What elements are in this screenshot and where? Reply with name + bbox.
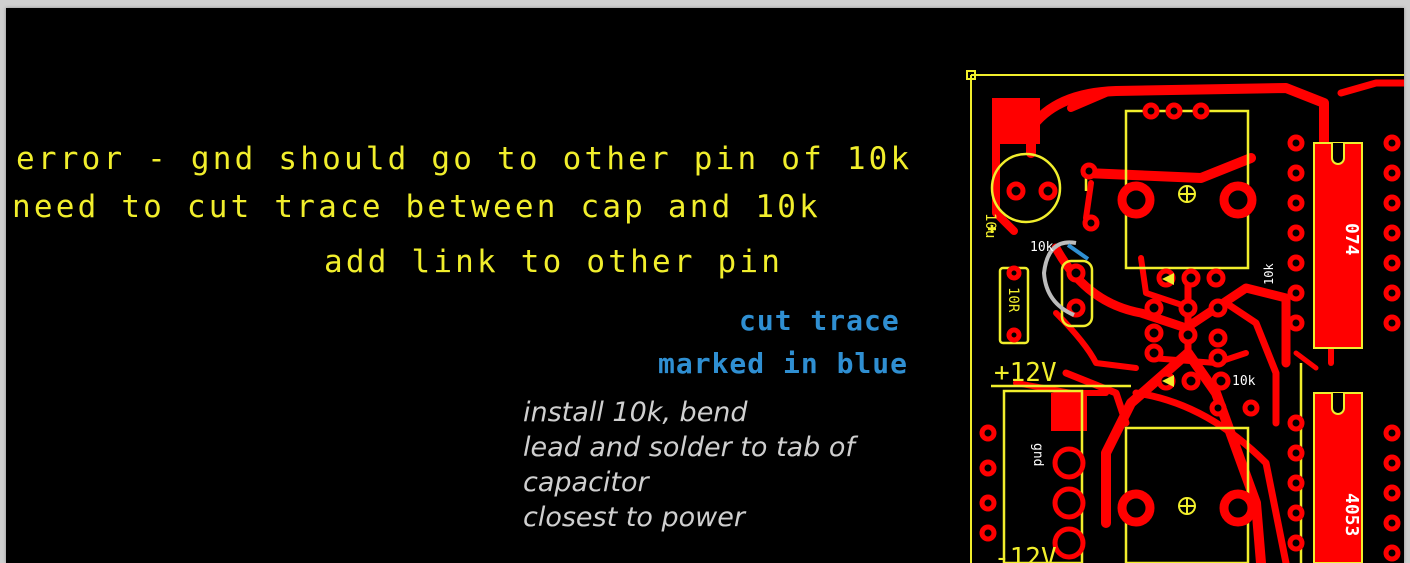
error-note-line-1: error - gnd should go to other pin of 10… bbox=[16, 141, 913, 177]
gnd-label: gnd bbox=[1030, 443, 1045, 466]
install-note-line-2: lead and solder to tab of bbox=[523, 432, 855, 463]
ic-074-label: 074 bbox=[1341, 223, 1362, 256]
cut-trace-note-line-1: cut trace bbox=[739, 304, 900, 337]
ic-4053-label: 4053 bbox=[1341, 493, 1362, 536]
pcb-annotation-screenshot: error - gnd should go to other pin of 10… bbox=[6, 8, 1404, 563]
res-10r-label: 10R bbox=[1005, 287, 1021, 313]
res-10k-label-c: 10k bbox=[1232, 374, 1256, 389]
install-note-line-3: capacitor bbox=[523, 467, 649, 498]
error-note-line-3: add link to other pin bbox=[324, 244, 784, 280]
error-note-line-2: need to cut trace between cap and 10k bbox=[12, 189, 821, 225]
cap-10u-label: 10u bbox=[982, 213, 998, 238]
res-10k-label-b: 10k bbox=[1262, 263, 1276, 285]
cut-trace-note-line-2: marked in blue bbox=[658, 347, 909, 380]
res-10k-label-a: 10k bbox=[1030, 240, 1054, 255]
plus-12v-label: +12V bbox=[994, 358, 1057, 388]
cut-trace-marker bbox=[1066, 243, 1090, 261]
install-note-line-4: closest to power bbox=[523, 502, 745, 533]
pcb-layout-view: 10u 10k 10R 10k 10k 074 4053 +12V -12V g… bbox=[966, 70, 1404, 563]
minus-12v-label: -12V bbox=[994, 543, 1057, 563]
install-note-line-1: install 10k, bend bbox=[523, 397, 748, 428]
